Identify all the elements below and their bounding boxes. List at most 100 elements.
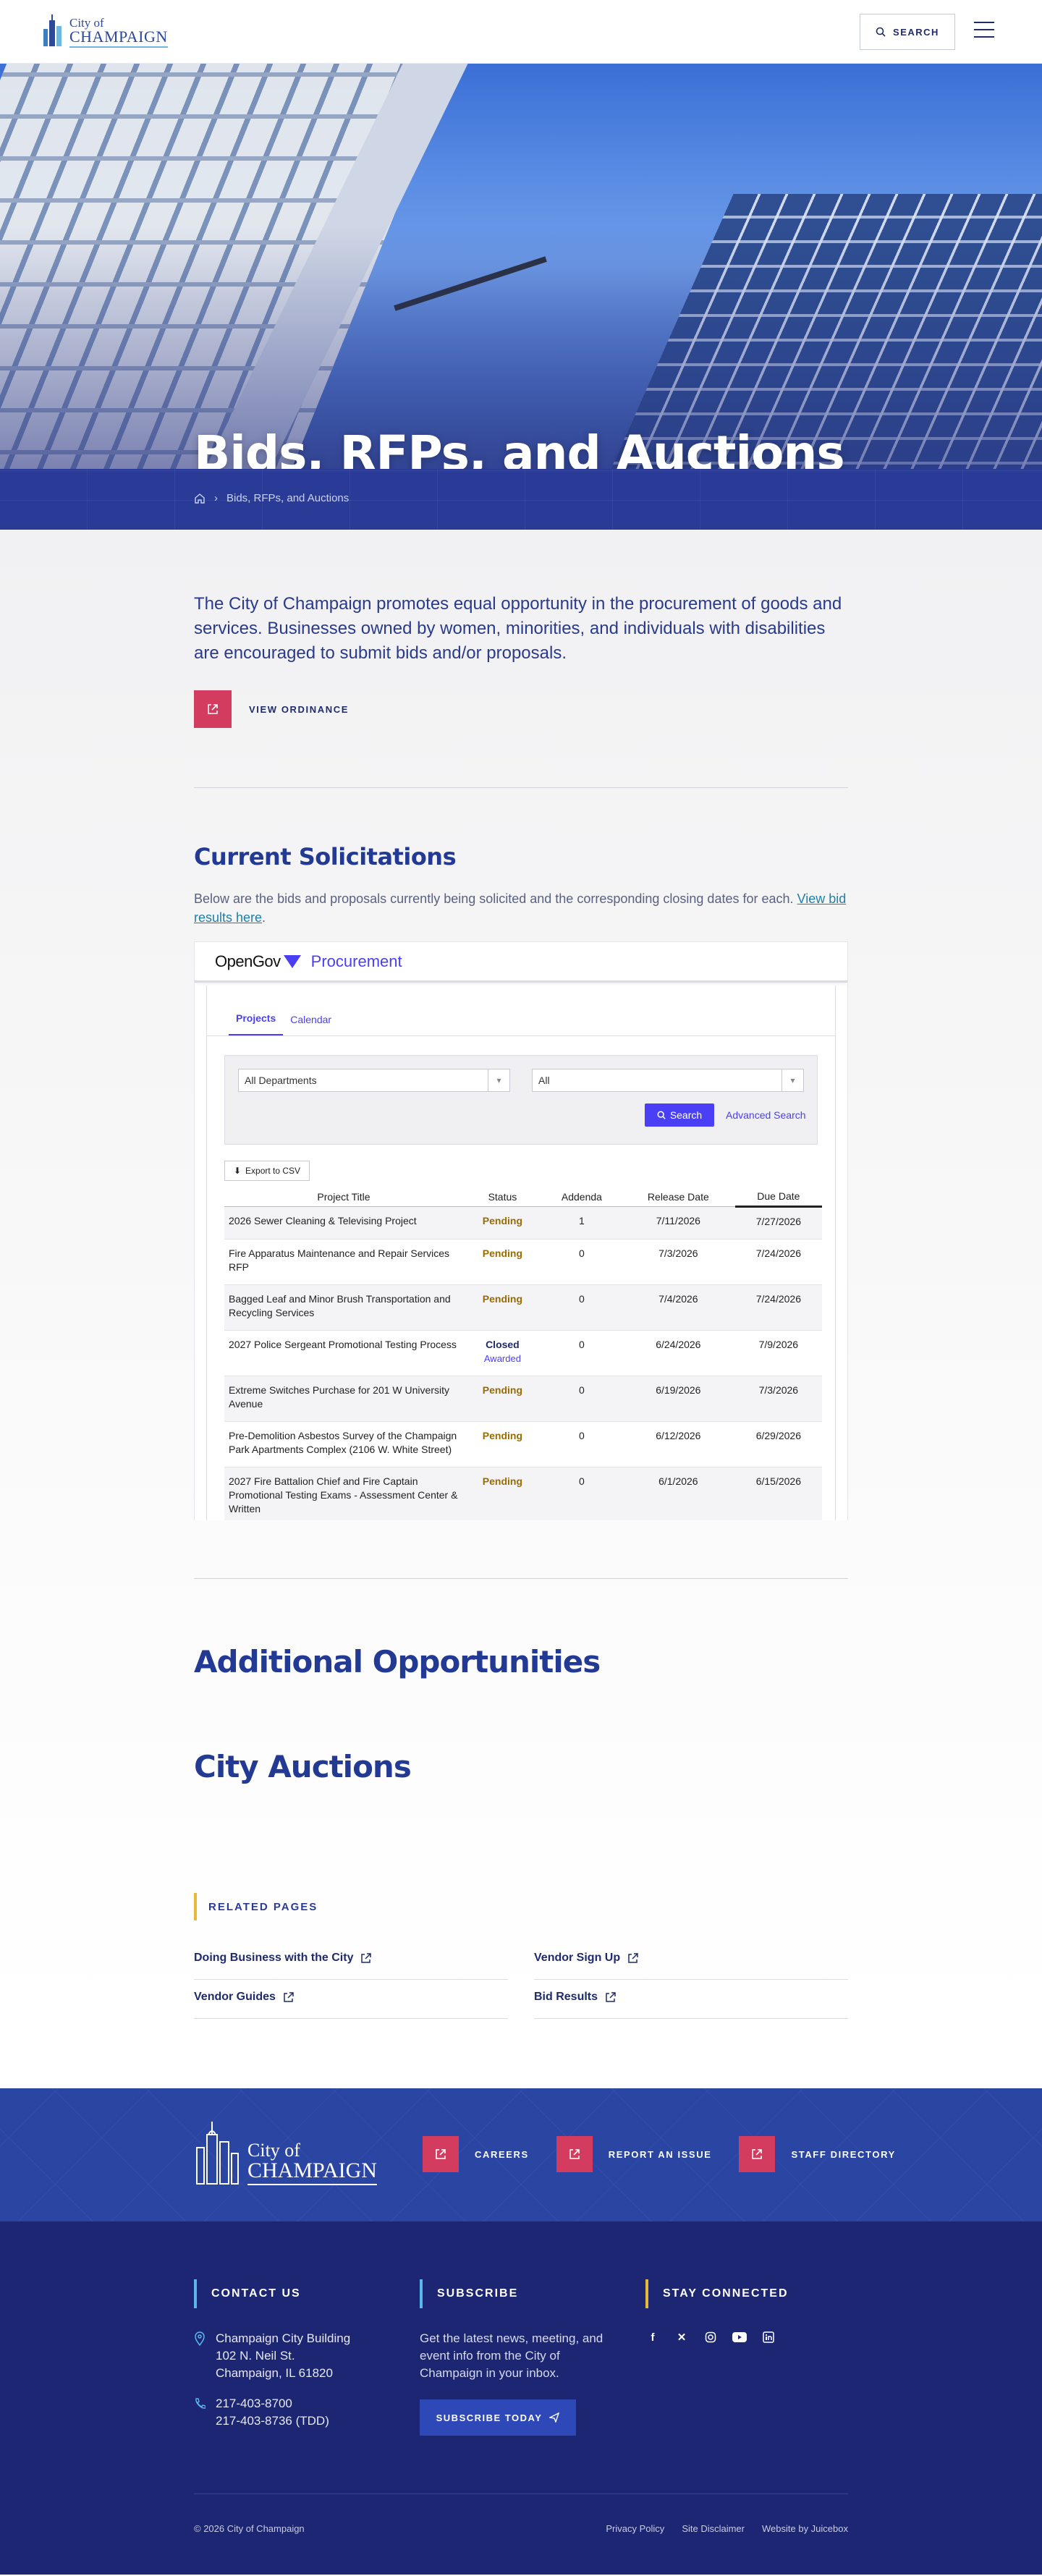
table-row[interactable]: 2027 Police Sergeant Promotional Testing… (224, 1330, 822, 1376)
column-header[interactable]: Release Date (621, 1187, 735, 1207)
status-sub: Awarded (483, 1353, 521, 1364)
table-row[interactable]: Pre-Demolition Asbestos Survey of the Ch… (224, 1421, 822, 1467)
project-title[interactable]: Pre-Demolition Asbestos Survey of the Ch… (224, 1421, 463, 1467)
additional-opportunities-title: Additional Opportunities (194, 1644, 601, 1679)
project-title[interactable]: Extreme Switches Purchase for 201 W Univ… (224, 1376, 463, 1422)
address: Champaign City Building 102 N. Neil St. … (194, 2330, 350, 2382)
release-date-cell: 6/24/2026 (621, 1330, 735, 1376)
hamburger-icon[interactable] (974, 22, 994, 39)
home-icon[interactable] (194, 493, 206, 504)
table-row[interactable]: 2027 Fire Battalion Chief and Fire Capta… (224, 1467, 822, 1520)
subscribe-button[interactable]: SUBSCRIBE TODAY (420, 2399, 576, 2436)
opengov-brand: OpenGov (215, 952, 281, 970)
status-badge: Pending (482, 1475, 523, 1487)
tab-calendar[interactable]: Calendar (283, 1014, 339, 1035)
column-header[interactable]: Status (463, 1187, 542, 1207)
addenda-cell: 0 (541, 1376, 622, 1422)
stay-connected-column: STAY CONNECTED f ✕ (645, 2279, 789, 2344)
search-button[interactable]: SEARCH (860, 14, 955, 50)
opengov-search-button[interactable]: Search (645, 1103, 714, 1127)
department-select[interactable]: All Departments ▾ (238, 1069, 510, 1092)
table-row[interactable]: 2026 Sewer Cleaning & Televising Project… (224, 1206, 822, 1240)
external-link-icon (423, 2136, 459, 2172)
advanced-search-link[interactable]: Advanced Search (726, 1109, 806, 1121)
status-select[interactable]: All ▾ (532, 1069, 804, 1092)
related-vendor-guides[interactable]: Vendor Guides (194, 1980, 508, 2019)
status-cell: Pending (463, 1376, 542, 1422)
facebook-icon[interactable]: f (645, 2330, 660, 2344)
city-building-icon (196, 2122, 239, 2185)
column-header[interactable]: Due Date (734, 1187, 822, 1208)
subscribe-heading: SUBSCRIBE (420, 2279, 622, 2308)
tab-projects[interactable]: Projects (229, 1012, 284, 1035)
careers-link[interactable]: CAREERS (423, 2136, 529, 2172)
status-cell: Pending (463, 1421, 542, 1467)
addenda-cell: 0 (541, 1467, 622, 1520)
view-ordinance-link[interactable]: VIEW ORDINANCE (194, 690, 848, 728)
project-title[interactable]: Bagged Leaf and Minor Brush Transportati… (224, 1284, 463, 1331)
breadcrumb-separator: › (214, 492, 218, 504)
table-row[interactable]: Fire Apparatus Maintenance and Repair Se… (224, 1239, 822, 1285)
youtube-icon[interactable] (732, 2330, 747, 2344)
logo-name-text: CHAMPAIGN (69, 29, 168, 48)
status-cell: Closed Awarded (463, 1330, 542, 1376)
due-date-cell: 7/27/2026 (734, 1206, 822, 1240)
project-title[interactable]: 2027 Police Sergeant Promotional Testing… (224, 1330, 463, 1376)
intro-section: The City of Champaign promotes equal opp… (0, 530, 1042, 2019)
addenda-cell: 0 (541, 1239, 622, 1285)
instagram-icon[interactable] (703, 2330, 718, 2344)
external-link-icon (284, 1991, 294, 2002)
status-badge: Closed (486, 1339, 520, 1350)
table-row[interactable]: Bagged Leaf and Minor Brush Transportati… (224, 1284, 822, 1331)
related-pages: RELATED PAGES Doing Business with the Ci… (194, 1893, 848, 2019)
status-badge: Pending (482, 1215, 523, 1226)
breadcrumb: › Bids, RFPs, and Auctions (194, 492, 349, 504)
status-cell: Pending (463, 1206, 542, 1240)
table-row[interactable]: Extreme Switches Purchase for 201 W Univ… (224, 1376, 822, 1422)
status-cell: Pending (463, 1239, 542, 1285)
release-date-cell: 7/4/2026 (621, 1284, 735, 1331)
phone-numbers[interactable]: 217-403-8700 217-403-8736 (TDD) (194, 2395, 350, 2430)
juicebox-credit-link[interactable]: Website by Juicebox (762, 2523, 848, 2534)
footer-logo-city: City of (247, 2140, 300, 2161)
search-button-label: SEARCH (893, 26, 939, 38)
current-solicitations-title: Current Solicitations (194, 843, 457, 870)
search-icon (657, 1111, 666, 1119)
report-an-issue-link[interactable]: REPORT AN ISSUE (556, 2136, 712, 2172)
release-date-cell: 6/19/2026 (621, 1376, 735, 1422)
project-title[interactable]: 2026 Sewer Cleaning & Televising Project (224, 1206, 463, 1240)
external-link-icon (739, 2136, 776, 2172)
linkedin-icon[interactable] (761, 2330, 776, 2344)
staff-directory-link[interactable]: STAFF DIRECTORY (739, 2136, 895, 2172)
addenda-cell: 1 (541, 1206, 622, 1240)
city-skyline-icon (43, 14, 62, 46)
related-doing-business[interactable]: Doing Business with the City (194, 1941, 508, 1980)
column-header[interactable]: Project Title (224, 1187, 463, 1207)
site-disclaimer-link[interactable]: Site Disclaimer (682, 2523, 745, 2534)
city-logo[interactable]: City of CHAMPAIGN (42, 13, 168, 48)
addenda-cell: 0 (541, 1421, 622, 1467)
project-title[interactable]: 2027 Fire Battalion Chief and Fire Capta… (224, 1467, 463, 1520)
column-header[interactable]: Addenda (541, 1187, 622, 1207)
external-link-icon (361, 1952, 372, 1963)
due-date-cell: 6/29/2026 (734, 1421, 822, 1467)
breadcrumb-band: › Bids, RFPs, and Auctions (0, 469, 1042, 530)
release-date-cell: 6/12/2026 (621, 1421, 735, 1467)
related-vendor-sign-up[interactable]: Vendor Sign Up (534, 1941, 848, 1980)
export-csv-button[interactable]: ⬇ Export to CSV (224, 1161, 310, 1181)
related-bid-results[interactable]: Bid Results (534, 1980, 848, 2019)
privacy-policy-link[interactable]: Privacy Policy (606, 2523, 664, 2534)
contact-heading: CONTACT US (194, 2279, 350, 2308)
subscribe-text: Get the latest news, meeting, and event … (420, 2331, 603, 2380)
x-icon[interactable]: ✕ (674, 2330, 689, 2344)
release-date-cell: 6/1/2026 (621, 1467, 735, 1520)
status-badge: Pending (482, 1430, 523, 1441)
due-date-cell: 7/9/2026 (734, 1330, 822, 1376)
external-link-icon (556, 2136, 593, 2172)
project-title[interactable]: Fire Apparatus Maintenance and Repair Se… (224, 1239, 463, 1285)
opengov-panel: Projects Calendar All Departments ▾ All … (206, 986, 836, 1520)
addenda-cell: 0 (541, 1330, 622, 1376)
opengov-logo-icon (283, 954, 301, 968)
phone-icon (195, 2398, 206, 2409)
footer-logo[interactable]: City of CHAMPAIGN (194, 2119, 377, 2185)
